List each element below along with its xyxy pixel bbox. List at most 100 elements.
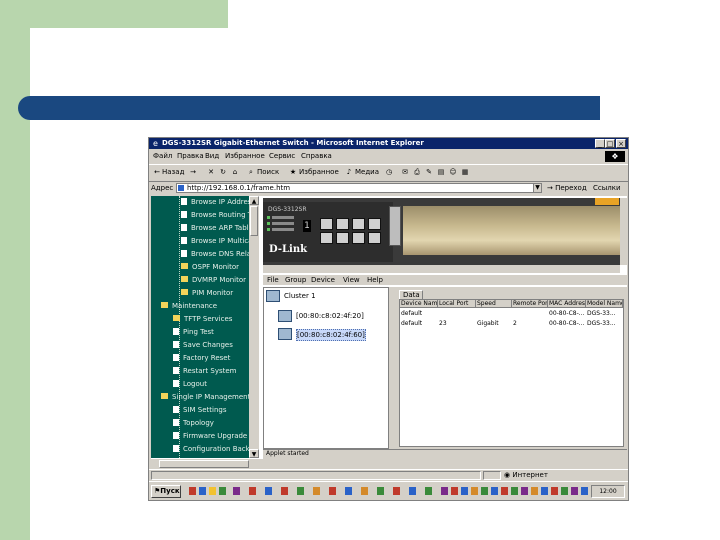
table-cell[interactable]: 2 (512, 319, 549, 328)
ethernet-port[interactable] (368, 232, 381, 244)
history-icon[interactable]: ◷ (385, 168, 393, 176)
tray-icon[interactable] (461, 487, 468, 495)
taskbar-app-icon[interactable] (393, 487, 400, 495)
minimize-button[interactable]: _ (595, 139, 605, 148)
stop-icon[interactable]: ✕ (207, 168, 215, 176)
go-button[interactable]: → Переход (547, 184, 587, 193)
window-title-bar[interactable]: e DGS-3312SR Gigabit-Ethernet Switch - M… (149, 138, 628, 149)
tree-item[interactable]: Restart System (173, 365, 237, 377)
quicklaunch-icon[interactable] (219, 487, 226, 495)
close-button[interactable]: × (616, 139, 626, 148)
taskbar-app-icon[interactable] (377, 487, 384, 495)
tray-icon[interactable] (491, 487, 498, 495)
scroll-thumb[interactable] (159, 460, 249, 468)
media-button[interactable]: Медиа (355, 168, 379, 177)
applet-menu-group[interactable]: Group (285, 276, 306, 284)
menu-tools[interactable]: Сервис (269, 152, 295, 160)
ethernet-port[interactable] (336, 232, 349, 244)
start-button[interactable]: ⚑Пуск (151, 485, 181, 498)
expansion-module[interactable] (389, 206, 401, 246)
favorites-icon[interactable]: ★ (289, 168, 297, 176)
switch-front-panel[interactable]: DGS-3312SR 1 D-Link (263, 198, 620, 265)
taskbar-app-icon[interactable] (409, 487, 416, 495)
table-cell[interactable]: default (400, 309, 439, 318)
taskbar-app-icon[interactable] (345, 487, 352, 495)
tray-icon[interactable] (571, 487, 578, 495)
column-header[interactable]: Speed (476, 300, 512, 308)
menu-edit[interactable]: Правка (177, 152, 204, 160)
table-cell[interactable] (438, 309, 477, 318)
taskbar-app-icon[interactable] (297, 487, 304, 495)
taskbar-app-icon[interactable] (425, 487, 432, 495)
tree-item[interactable]: Topology (173, 417, 214, 429)
tray-icon[interactable] (451, 487, 458, 495)
print-icon[interactable]: ⎙ (413, 168, 421, 176)
menu-file[interactable]: Файл (153, 152, 172, 160)
table-cell[interactable]: DGS-33... (586, 319, 623, 328)
tree-item[interactable]: Ping Test (173, 326, 214, 338)
tree-folder[interactable]: OSPF Monitor (181, 261, 239, 273)
taskbar-app-icon[interactable] (361, 487, 368, 495)
applet-menu-device[interactable]: Device (311, 276, 335, 284)
tree-scrollbar[interactable]: ▲ ▼ (249, 196, 259, 458)
scroll-thumb[interactable] (250, 206, 258, 236)
tray-icon[interactable] (581, 487, 588, 495)
taskbar-app-icon[interactable] (281, 487, 288, 495)
taskbar-app-icon[interactable] (249, 487, 256, 495)
media-icon[interactable]: ♪ (345, 168, 353, 176)
applet-menu-help[interactable]: Help (367, 276, 383, 284)
tree-item[interactable]: Save Changes (173, 339, 233, 351)
table-cell[interactable] (476, 309, 513, 318)
discuss-icon[interactable]: ▤ (437, 168, 445, 176)
links-button[interactable]: Ссылки (593, 184, 621, 193)
tray-icon[interactable] (471, 487, 478, 495)
table-cell[interactable]: 00-80-C8-... (548, 309, 587, 318)
ethernet-port[interactable] (352, 232, 365, 244)
quicklaunch-icon[interactable] (199, 487, 206, 495)
taskbar-app-icon[interactable] (265, 487, 272, 495)
tray-icon[interactable] (511, 487, 518, 495)
table-cell[interactable]: Gigabit (476, 319, 513, 328)
tree-folder[interactable]: TFTP Services (173, 313, 232, 325)
back-button[interactable]: Назад (162, 168, 184, 177)
back-arrow-icon[interactable]: ← (153, 168, 161, 176)
ethernet-port[interactable] (336, 218, 349, 230)
tree-item[interactable]: Browse IP Address (181, 196, 249, 208)
address-input[interactable]: http://192.168.0.1/frame.htm (176, 183, 539, 193)
tree-item[interactable]: Browse Routing Table (181, 209, 249, 221)
refresh-icon[interactable]: ↻ (219, 168, 227, 176)
ethernet-port[interactable] (320, 218, 333, 230)
column-header[interactable]: Model Name (586, 300, 623, 308)
quicklaunch-icon[interactable] (189, 487, 196, 495)
tree-folder[interactable]: DVMRP Monitor (181, 274, 246, 286)
table-cell[interactable]: 23 (438, 319, 477, 328)
tree-item[interactable]: Browse DNS Relay (181, 248, 249, 260)
ethernet-port[interactable] (320, 232, 333, 244)
favorites-button[interactable]: Избранное (299, 168, 339, 177)
tray-icon[interactable] (531, 487, 538, 495)
menu-help[interactable]: Справка (301, 152, 332, 160)
cluster-node[interactable]: [00:80:c8:02:4f:20] (296, 311, 364, 321)
tree-folder[interactable]: Single IP Management (161, 391, 249, 403)
quicklaunch-icon[interactable] (209, 487, 216, 495)
tree-item[interactable]: Factory Reset (173, 352, 230, 364)
tray-icon[interactable] (561, 487, 568, 495)
column-header[interactable]: Device Name (400, 300, 438, 308)
cluster-root[interactable]: Cluster 1 (284, 291, 316, 301)
ethernet-port[interactable] (352, 218, 365, 230)
tray-icon[interactable] (481, 487, 488, 495)
table-cell[interactable]: 00-80-C8-... (548, 319, 587, 328)
tree-folder[interactable]: Maintenance (161, 300, 217, 312)
column-header[interactable]: MAC Address (548, 300, 586, 308)
mail-icon[interactable]: ✉ (401, 168, 409, 176)
address-dropdown-icon[interactable]: ▼ (533, 183, 542, 193)
tree-folder[interactable]: PIM Monitor (181, 287, 233, 299)
table-cell[interactable]: DGS-33... (586, 309, 623, 318)
tray-icon[interactable] (521, 487, 528, 495)
taskbar-app-icon[interactable] (329, 487, 336, 495)
tree-item[interactable]: Configuration Backup (173, 443, 249, 455)
applet-menu-file[interactable]: File (267, 276, 279, 284)
table-cell[interactable]: default (400, 319, 439, 328)
menu-favorites[interactable]: Избранное (225, 152, 265, 160)
column-header[interactable]: Local Port (438, 300, 476, 308)
